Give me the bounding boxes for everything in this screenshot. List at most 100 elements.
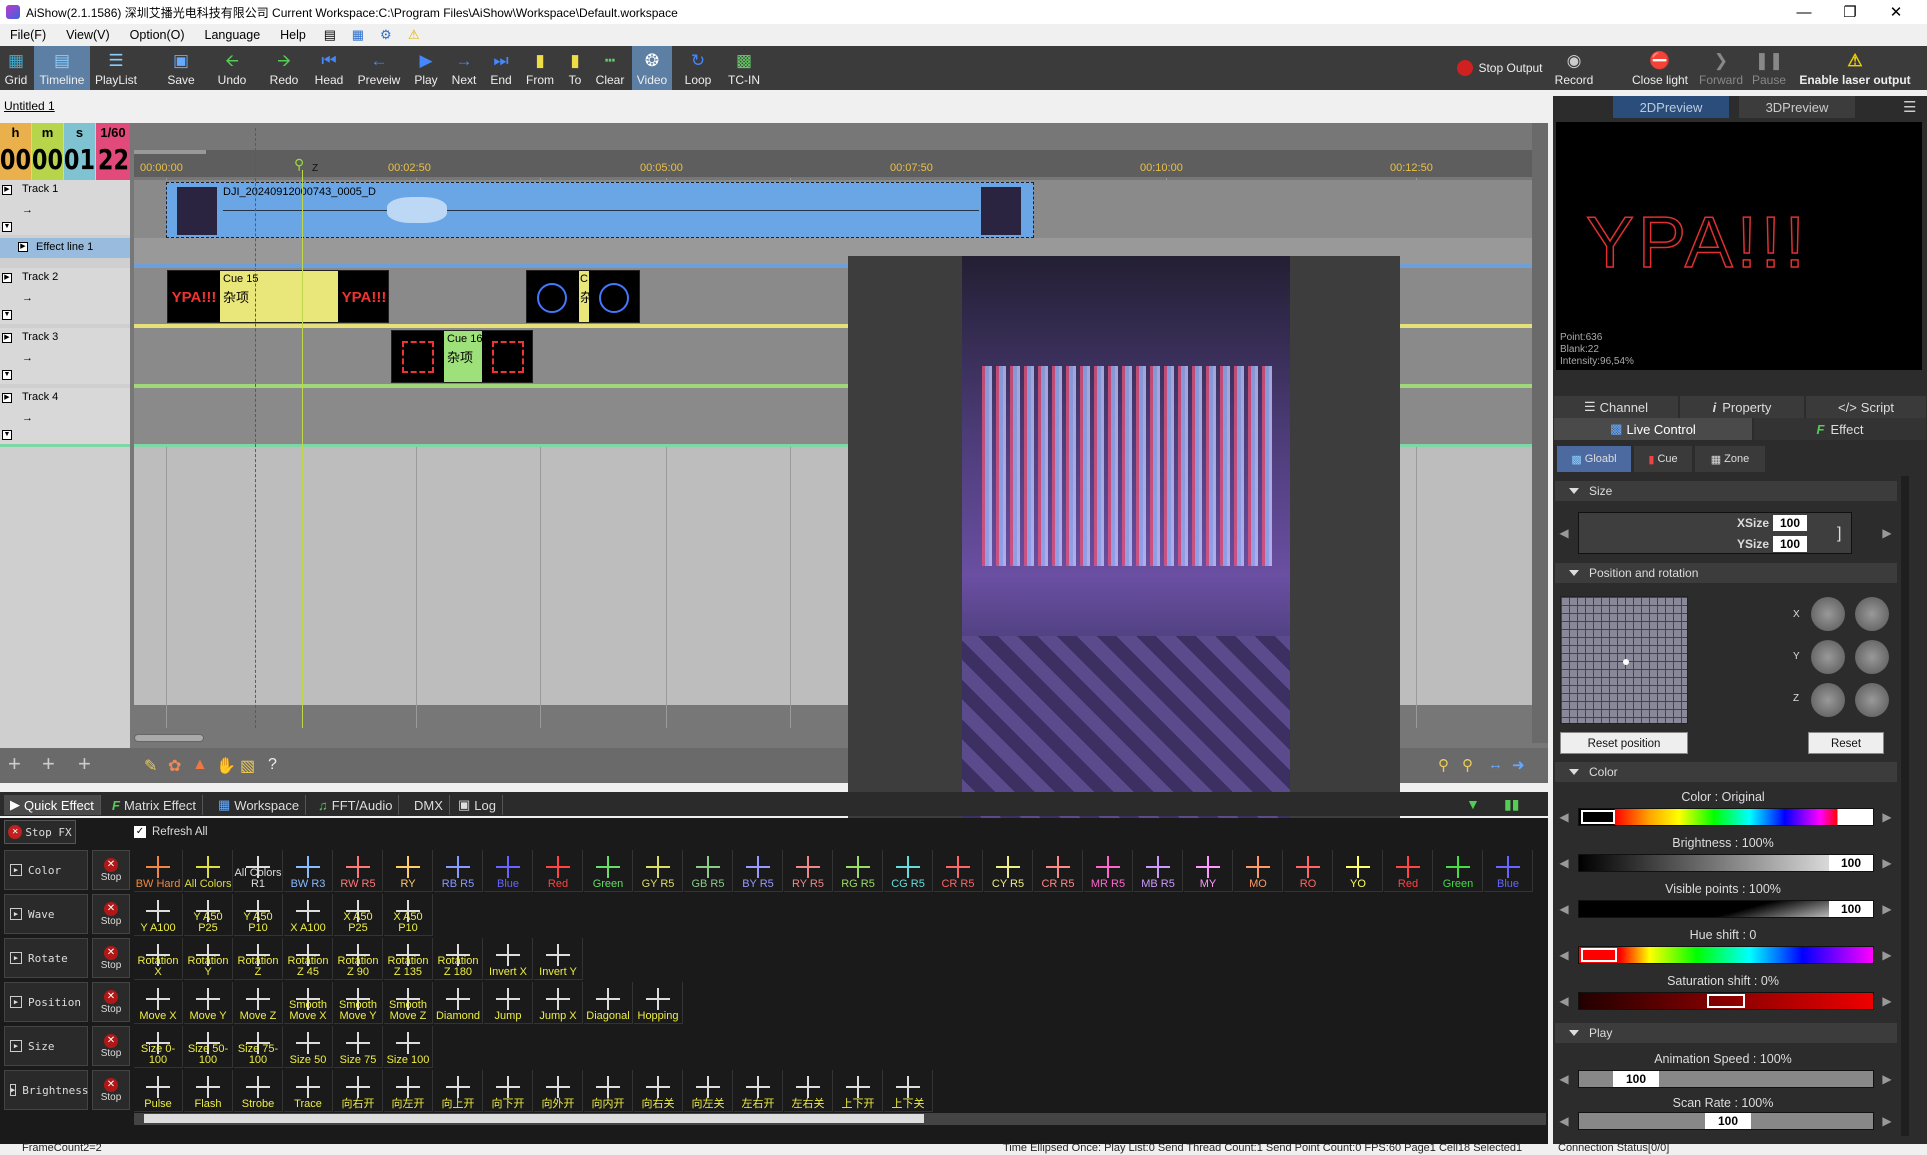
- video-preview-window[interactable]: [848, 256, 1400, 838]
- tab-effect[interactable]: F Effect: [1754, 418, 1926, 440]
- effect-cell[interactable]: Blue: [484, 850, 533, 892]
- effect-cell[interactable]: MB R5: [1134, 850, 1183, 892]
- tcin-button[interactable]: ▩ TC-IN: [722, 46, 766, 90]
- effect-cell[interactable]: Flash: [184, 1070, 233, 1112]
- y-rotation-knob[interactable]: [1811, 640, 1845, 674]
- effect-cell[interactable]: Size 100: [384, 1026, 433, 1068]
- menu-help[interactable]: Help: [270, 28, 316, 42]
- effect-category-1[interactable]: ▶ Wave: [4, 894, 88, 934]
- dropdown-icon[interactable]: ▼: [1466, 796, 1480, 812]
- effect-cell[interactable]: CY R5: [984, 850, 1033, 892]
- menu-language[interactable]: Language: [195, 28, 271, 42]
- effect-cell[interactable]: BY R5: [734, 850, 783, 892]
- right-arrow-icon[interactable]: ▶: [1882, 992, 1892, 1010]
- tab-live-control[interactable]: ▩ Live Control: [1554, 418, 1752, 440]
- save-button[interactable]: ▣ Save: [164, 46, 198, 90]
- effect-cell[interactable]: 上下开: [834, 1070, 883, 1112]
- right-arrow-icon[interactable]: ▶: [1882, 524, 1892, 542]
- right-scrollbar[interactable]: [1901, 476, 1909, 1136]
- effect-cell[interactable]: Invert X: [484, 938, 533, 980]
- effect-category-2[interactable]: ▶ Rotate: [4, 938, 88, 978]
- tab-channel[interactable]: ☰ Channel: [1554, 396, 1678, 418]
- tab-3dpreview[interactable]: 3DPreview: [1739, 96, 1855, 118]
- effect-cell[interactable]: Blue: [1484, 850, 1533, 892]
- effect-cell[interactable]: 向右关: [634, 1070, 683, 1112]
- effect-cell[interactable]: Rotation Z 135: [384, 938, 433, 980]
- color-bar[interactable]: [1578, 808, 1874, 826]
- warning-icon[interactable]: ⚠: [406, 27, 422, 43]
- pause-button[interactable]: ❚❚ Pause: [1750, 46, 1788, 90]
- right-arrow-icon[interactable]: ▶: [1882, 900, 1892, 918]
- from-button[interactable]: ▮ From: [522, 46, 558, 90]
- effect-cell[interactable]: Red: [534, 850, 583, 892]
- effect-line-header[interactable]: ▶ Effect line 1: [0, 238, 130, 258]
- x-rotation-knob[interactable]: [1811, 597, 1845, 631]
- expand-icon[interactable]: ▶: [10, 1084, 17, 1096]
- fit-icon[interactable]: ↔: [1488, 756, 1503, 773]
- effect-cell[interactable]: Move Y: [184, 982, 233, 1024]
- right-arrow-icon[interactable]: ▶: [1882, 946, 1892, 964]
- tab-workspace[interactable]: ▦ Workspace: [212, 795, 307, 815]
- forward-button[interactable]: ❯ Forward: [1696, 46, 1746, 90]
- grid-button[interactable]: ▦ Grid: [0, 46, 32, 90]
- effect-cell[interactable]: Invert Y: [534, 938, 583, 980]
- tab-script[interactable]: </> Script: [1806, 396, 1926, 418]
- menu-icon[interactable]: ☰: [1903, 98, 1916, 116]
- effect-cell[interactable]: X A100: [284, 894, 333, 936]
- expand-icon[interactable]: ▶: [10, 864, 22, 876]
- z-position-knob[interactable]: [1855, 683, 1889, 717]
- left-arrow-icon[interactable]: ◀: [1559, 1112, 1569, 1130]
- color-section-header[interactable]: Color: [1555, 762, 1897, 782]
- stop-category-button[interactable]: ✕ Stop: [92, 938, 130, 978]
- playhead-line[interactable]: [255, 128, 256, 728]
- collapse-icon[interactable]: ▼: [2, 222, 12, 232]
- effect-cell[interactable]: GB R5: [684, 850, 733, 892]
- effect-cell[interactable]: Y A50 P10: [234, 894, 283, 936]
- xsize-input[interactable]: 100: [1773, 515, 1807, 531]
- expand-icon[interactable]: ▶: [10, 1040, 22, 1052]
- close-light-button[interactable]: ⛔ Close light: [1630, 46, 1690, 90]
- menu-view[interactable]: View(V): [56, 28, 120, 42]
- effect-cell[interactable]: YO: [1334, 850, 1383, 892]
- stop-category-button[interactable]: ✕ Stop: [92, 1070, 130, 1110]
- link-bracket-icon[interactable]: ]: [1837, 525, 1841, 543]
- add-effect-line-icon[interactable]: +: [42, 751, 55, 777]
- position-point[interactable]: [1623, 659, 1629, 665]
- effect-cell[interactable]: Pulse: [134, 1070, 183, 1112]
- effect-cell[interactable]: MY: [1184, 850, 1233, 892]
- effect-cell[interactable]: All Colors R1: [234, 850, 283, 892]
- cue-b[interactable]: C 杂: [526, 270, 640, 323]
- time-ruler[interactable]: 00:00:00 00:02:50 00:05:00 00:07:50 00:1…: [134, 150, 1532, 177]
- left-arrow-icon[interactable]: ◀: [1559, 900, 1569, 918]
- effect-cell[interactable]: Size 75: [334, 1026, 383, 1068]
- effect-cell[interactable]: Rotation Z 45: [284, 938, 333, 980]
- end-button[interactable]: ⏭ End: [486, 46, 516, 90]
- cue-16[interactable]: Cue 16 杂项: [391, 330, 533, 383]
- redo-button[interactable]: 🡪 Redo: [265, 46, 303, 90]
- preview-button[interactable]: ← Preveiw: [354, 46, 404, 90]
- reset-position-button[interactable]: Reset position: [1560, 732, 1688, 754]
- video-clip[interactable]: DJI_20240912000743_0005_D: [166, 182, 1034, 238]
- maximize-button[interactable]: ❐: [1827, 0, 1873, 24]
- expand-icon[interactable]: ▶: [2, 393, 12, 403]
- tab-global[interactable]: ▩ Gloabl: [1557, 446, 1631, 472]
- effect-cell[interactable]: Smooth Move X: [284, 982, 333, 1024]
- x-position-knob[interactable]: [1855, 597, 1889, 631]
- right-arrow-icon[interactable]: ▶: [1882, 1112, 1892, 1130]
- gear-icon[interactable]: ⚙: [378, 27, 394, 43]
- track-header-4[interactable]: ▶ Track 4 → ▼: [0, 388, 130, 444]
- right-arrow-icon[interactable]: ▶: [1882, 854, 1892, 872]
- collapse-icon[interactable]: ▼: [2, 430, 12, 440]
- qfx-hscrollbar[interactable]: [134, 1113, 1546, 1125]
- pencil-icon[interactable]: ✎: [144, 756, 157, 776]
- effect-category-5[interactable]: ▶ Brightness: [4, 1070, 88, 1110]
- effect-cell[interactable]: RY: [384, 850, 433, 892]
- effect-cell[interactable]: Move X: [134, 982, 183, 1024]
- refresh-all-checkbox[interactable]: ✓: [134, 826, 146, 838]
- effect-cell[interactable]: Y A100: [134, 894, 183, 936]
- effect-cell[interactable]: 左右开: [734, 1070, 783, 1112]
- effect-category-4[interactable]: ▶ Size: [4, 1026, 88, 1066]
- effect-cell[interactable]: MO: [1234, 850, 1283, 892]
- y-position-knob[interactable]: [1855, 640, 1889, 674]
- ysize-input[interactable]: 100: [1773, 536, 1807, 552]
